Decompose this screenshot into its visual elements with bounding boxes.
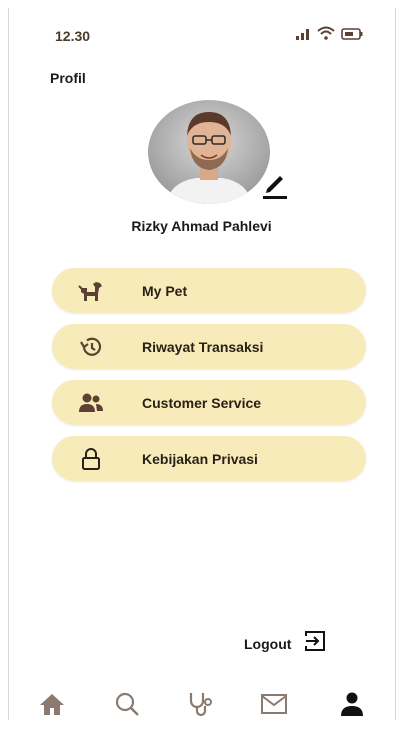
profile-icon (339, 691, 365, 722)
pet-icon (78, 278, 104, 304)
mail-icon (260, 693, 288, 720)
logout-button[interactable]: Logout (244, 630, 327, 657)
profile-menu: My Pet Riwayat Transaksi Customer Servic… (52, 268, 366, 492)
bottom-nav (8, 690, 394, 724)
menu-item-label: Kebijakan Privasi (142, 450, 258, 467)
edit-pencil-icon[interactable] (258, 167, 292, 206)
nav-home[interactable] (36, 690, 68, 722)
avatar (148, 100, 270, 204)
status-icons (295, 26, 363, 45)
menu-item-kebijakan-privasi[interactable]: Kebijakan Privasi (52, 436, 366, 481)
people-icon (78, 390, 104, 416)
battery-icon (341, 27, 363, 45)
signal-icon (295, 27, 311, 45)
logout-icon (303, 630, 327, 657)
lock-icon (78, 446, 104, 472)
nav-search[interactable] (111, 690, 143, 722)
nav-stethoscope[interactable] (185, 690, 217, 722)
logout-label: Logout (244, 635, 292, 652)
user-name: Rizky Ahmad Pahlevi (131, 218, 272, 234)
menu-item-riwayat-transaksi[interactable]: Riwayat Transaksi (52, 324, 366, 369)
search-icon (114, 691, 140, 722)
menu-item-label: My Pet (142, 282, 188, 299)
menu-item-customer-service[interactable]: Customer Service (52, 380, 366, 425)
menu-item-my-pet[interactable]: My Pet (52, 268, 366, 313)
menu-item-label: Riwayat Transaksi (142, 338, 264, 355)
status-time: 12.30 (55, 28, 91, 44)
stethoscope-icon (188, 691, 214, 722)
nav-profile[interactable] (336, 690, 368, 722)
home-icon (39, 692, 65, 721)
menu-item-label: Customer Service (142, 394, 262, 411)
page-title: Profil (50, 70, 86, 86)
history-icon (78, 334, 104, 360)
wifi-icon (317, 26, 335, 45)
nav-mail[interactable] (258, 690, 290, 722)
